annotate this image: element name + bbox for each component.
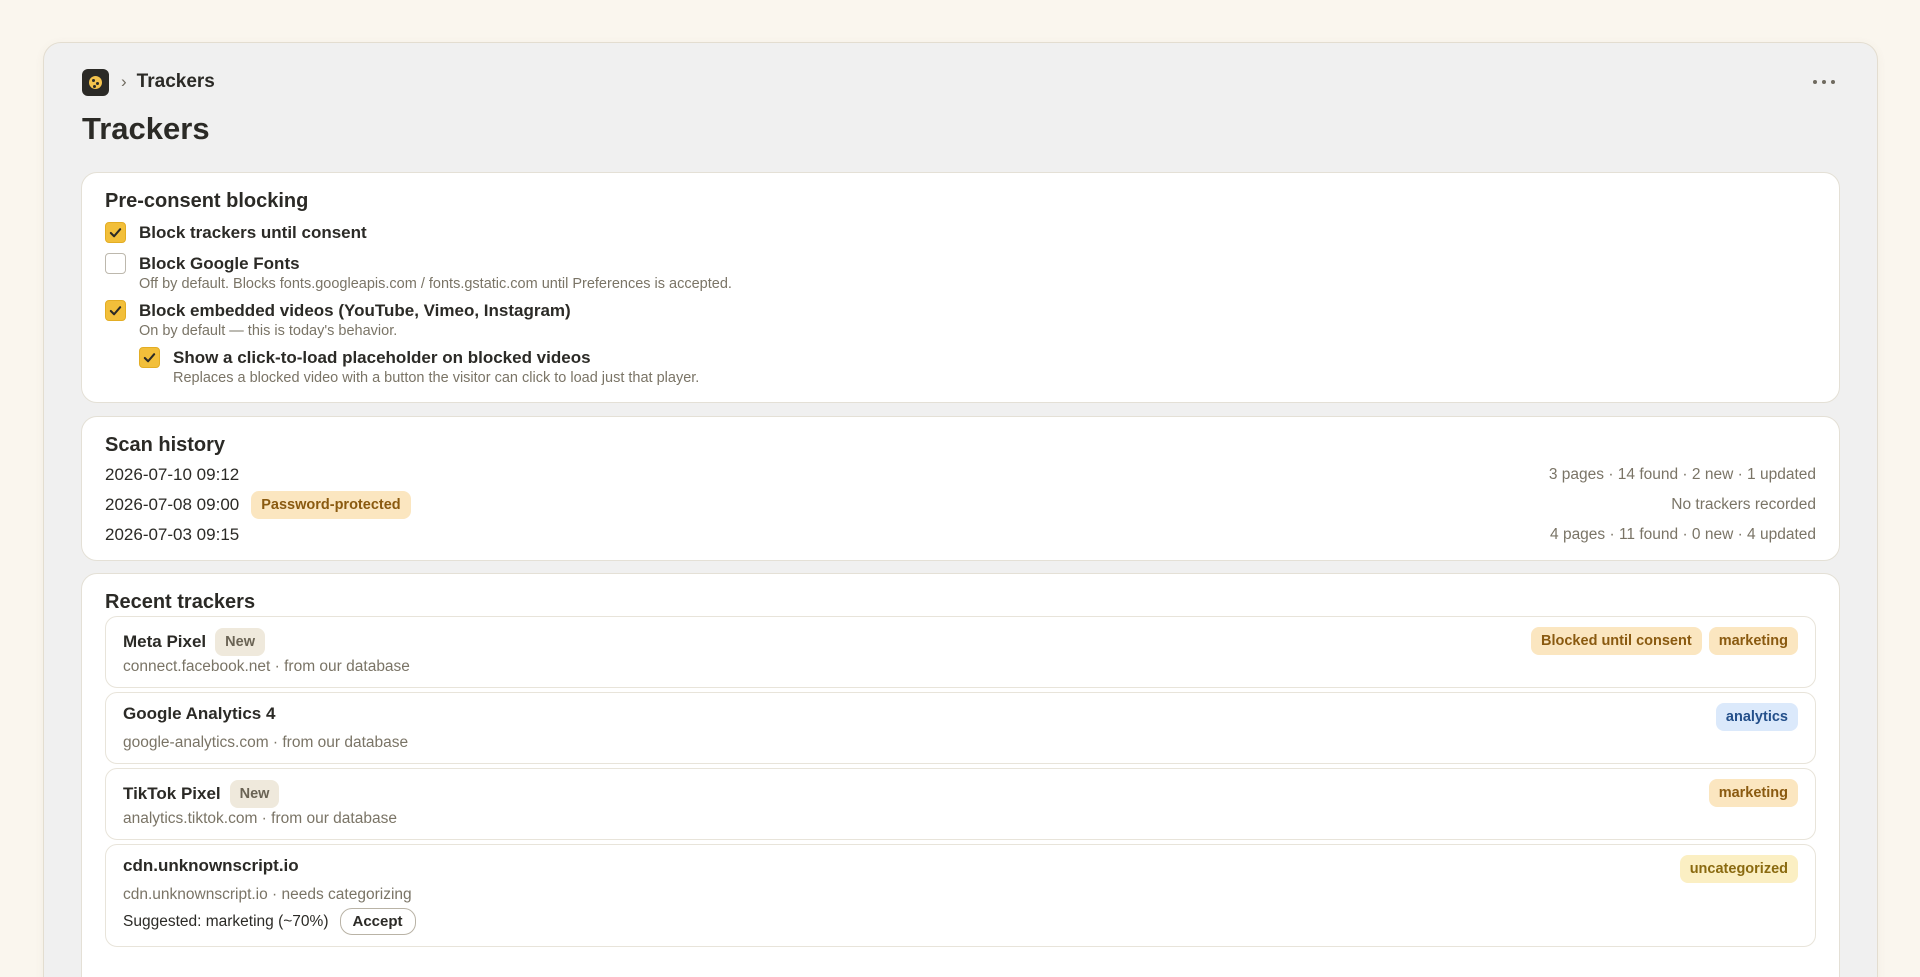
option-label: Show a click-to-load placeholder on bloc… [173, 348, 591, 367]
tracker-name: Google Analytics 4 [123, 704, 276, 723]
option-block-embedded-videos: Block embedded videos (YouTube, Vimeo, I… [105, 300, 571, 341]
option-block-trackers: Block trackers until consent [105, 222, 367, 243]
option-label: Block trackers until consent [139, 223, 367, 242]
breadcrumb: › Trackers [82, 67, 1839, 97]
page-title: Trackers [82, 111, 210, 146]
blocked-status-badge: Blocked until consent [1531, 627, 1702, 655]
preconsent-card: Pre-consent blocking Block trackers unti… [81, 172, 1840, 403]
tracker-source: cdn.unknownscript.io · needs categorizin… [123, 886, 412, 903]
new-badge: New [229, 780, 280, 808]
recent-trackers-title: Recent trackers [105, 591, 256, 613]
checkmark-icon [109, 306, 122, 316]
breadcrumb-current: Trackers [136, 71, 215, 92]
tracker-source: google-analytics.com · from our database [123, 734, 409, 751]
scan-history-title: Scan history [105, 434, 226, 456]
tracker-name: Meta Pixel [123, 632, 207, 651]
checkmark-icon [143, 353, 156, 363]
more-options-icon[interactable] [1809, 74, 1839, 90]
tracker-item[interactable]: Meta Pixel New connect.facebook.net · fr… [105, 616, 1816, 688]
scan-summary: 4 pages · 11 found · 0 new · 4 updated [1550, 526, 1816, 543]
option-label: Block embedded videos (YouTube, Vimeo, I… [139, 301, 571, 320]
option-block-google-fonts: Block Google Fonts Off by default. Block… [105, 253, 732, 294]
scan-row[interactable]: 2026-07-10 09:12 3 pages · 14 found · 2 … [105, 460, 1816, 490]
scan-date: 2026-07-10 09:12 [105, 465, 240, 484]
scan-date: 2026-07-08 09:00 [105, 495, 240, 514]
option-description: Replaces a blocked video with a button t… [173, 370, 700, 386]
checkmark-icon [109, 228, 122, 238]
category-badge: marketing [1708, 779, 1798, 807]
block-videos-checkbox[interactable] [105, 300, 126, 321]
new-badge: New [215, 628, 265, 656]
scan-row[interactable]: 2026-07-03 09:15 4 pages · 11 found · 0 … [105, 520, 1816, 550]
scan-history-card: Scan history 2026-07-10 09:12 3 pages · … [81, 416, 1840, 561]
preconsent-title: Pre-consent blocking [105, 190, 309, 212]
tracker-item[interactable]: TikTok Pixel New analytics.tiktok.com · … [105, 768, 1816, 840]
accept-suggestion-button[interactable]: Accept [339, 908, 416, 935]
cookie-app-icon[interactable] [82, 68, 109, 96]
option-description: On by default — this is today's behavior… [139, 323, 398, 339]
recent-trackers-card: Recent trackers Meta Pixel New connect.f… [81, 573, 1840, 977]
block-trackers-checkbox[interactable] [105, 222, 126, 243]
category-suggestion: Suggested: marketing (~70%) [123, 912, 329, 930]
tracker-source: analytics.tiktok.com · from our database [123, 810, 397, 827]
category-badge: uncategorized [1679, 855, 1798, 883]
tracker-source: connect.facebook.net · from our database [123, 658, 410, 675]
click-to-load-checkbox[interactable] [139, 347, 160, 368]
tracker-item[interactable]: cdn.unknownscript.io cdn.unknownscript.i… [105, 844, 1816, 947]
breadcrumb-separator: › [121, 72, 127, 91]
scan-summary: No trackers recorded [1671, 496, 1816, 513]
tracker-name: cdn.unknownscript.io [123, 856, 299, 875]
scan-date: 2026-07-03 09:15 [105, 525, 240, 544]
password-protected-badge: Password-protected [251, 491, 411, 519]
block-google-fonts-checkbox[interactable] [105, 253, 126, 274]
scan-row[interactable]: 2026-07-08 09:00 Password-protected No t… [105, 490, 1816, 520]
category-badge: marketing [1708, 627, 1798, 655]
app-window: › Trackers Trackers Pre-consent blocking… [43, 42, 1878, 977]
tracker-name: TikTok Pixel [123, 784, 221, 803]
option-description: Off by default. Blocks fonts.googleapis.… [139, 276, 732, 292]
option-label: Block Google Fonts [139, 254, 300, 273]
option-click-to-load: Show a click-to-load placeholder on bloc… [139, 347, 699, 388]
tracker-item[interactable]: Google Analytics 4 google-analytics.com … [105, 692, 1816, 764]
scan-summary: 3 pages · 14 found · 2 new · 1 updated [1548, 466, 1816, 483]
category-badge: analytics [1715, 703, 1798, 731]
